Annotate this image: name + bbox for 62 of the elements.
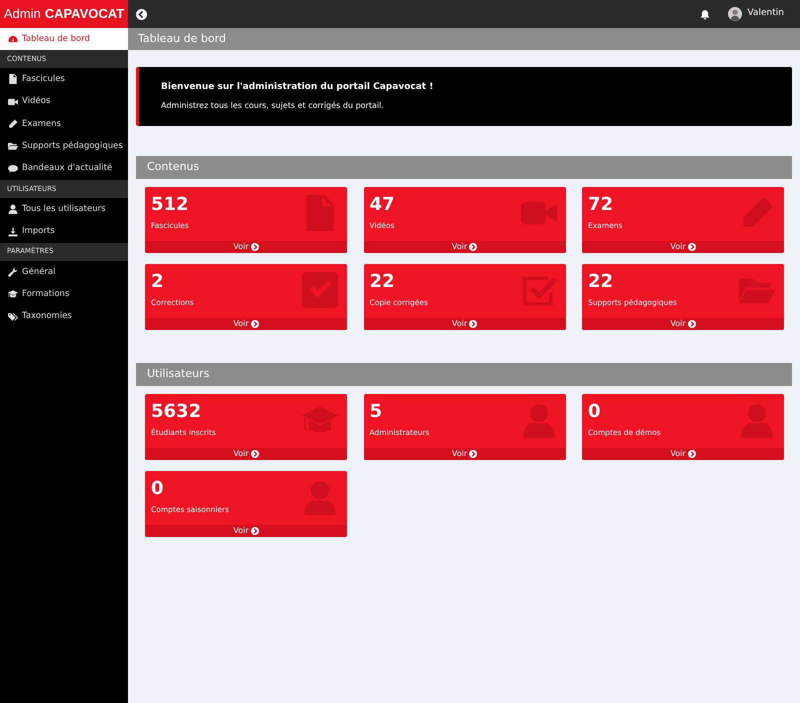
arrow-circle-icon	[250, 450, 259, 458]
welcome-title: Bienvenue sur l'administration du portail Capavocat !	[161, 81, 434, 94]
wrench-icon	[8, 266, 18, 277]
graduation-cap-icon	[8, 289, 18, 300]
sidebar-item[interactable]: Imports	[0, 220, 128, 243]
sidebar-item[interactable]: Examens	[0, 112, 128, 136]
view-link[interactable]: Voir	[364, 318, 566, 330]
arrow-circle-icon	[688, 243, 696, 251]
view-link[interactable]: Voir	[145, 241, 347, 253]
sidebar-item[interactable]: Général	[0, 260, 128, 284]
arrow-circle-icon	[469, 243, 478, 251]
back-icon[interactable]	[136, 8, 147, 20]
arrow-circle-icon	[469, 320, 478, 328]
document-icon	[8, 74, 18, 84]
folder-icon	[8, 141, 18, 152]
arrow-circle-icon	[688, 320, 696, 328]
sidebar-item[interactable]: Supports pédagogiques	[0, 135, 128, 158]
view-link[interactable]: Voir	[145, 525, 347, 537]
section-header: Utilisateurs	[136, 363, 792, 386]
sidebar-item[interactable]: Tableau de bord	[0, 28, 128, 50]
stat-value: 47	[370, 194, 395, 216]
welcome-text: Administrez tous les cours, sujets et corrigés du portail.	[161, 100, 385, 112]
stat-value: 5632	[151, 401, 202, 423]
brand-logo: Admin CAPAVOCAT	[0, 0, 128, 28]
video-camera-icon	[8, 96, 18, 107]
section-header: Contenus	[136, 156, 792, 179]
sidebar-item[interactable]: Formations	[0, 283, 128, 306]
stat-value: 2	[151, 271, 164, 293]
arrow-circle-icon	[250, 243, 259, 251]
page-title: Tableau de bord	[128, 28, 800, 50]
view-link[interactable]: Voir	[582, 241, 784, 253]
arrow-circle-icon	[688, 450, 696, 458]
avatar[interactable]	[728, 7, 742, 21]
view-link[interactable]: Voir	[364, 448, 566, 460]
view-link[interactable]: Voir	[582, 448, 784, 460]
arrow-circle-icon	[469, 450, 478, 458]
user-icon	[8, 204, 18, 214]
arrow-circle-icon	[250, 527, 259, 535]
view-link[interactable]: Voir	[145, 318, 347, 330]
stat-value: 22	[588, 271, 614, 293]
sidebar-item[interactable]: Tous les utilisateurs	[0, 198, 128, 220]
stat-value: 72	[588, 194, 614, 216]
stat-value: 512	[151, 194, 189, 216]
speech-bubble-icon	[8, 164, 18, 174]
sidebar-item[interactable]: Vidéos	[0, 90, 128, 113]
sidebar-item[interactable]: Fascicules	[0, 68, 128, 90]
pencil-icon	[8, 118, 18, 129]
stat-value: 0	[588, 401, 601, 423]
arrow-circle-icon	[250, 320, 259, 328]
sidebar-item[interactable]: Bandeaux d'actualité	[0, 158, 128, 180]
download-icon	[8, 226, 18, 237]
stat-value: 5	[370, 401, 382, 423]
view-link[interactable]: Voir	[582, 318, 784, 330]
view-link[interactable]: Voir	[145, 448, 347, 460]
view-link[interactable]: Voir	[364, 241, 566, 253]
notification-bell-icon[interactable]	[700, 8, 710, 20]
user-name[interactable]: Valentin	[748, 7, 784, 21]
tags-icon	[8, 312, 18, 322]
dashboard-icon	[8, 34, 18, 44]
sidebar-item[interactable]: Taxonomies	[0, 306, 128, 328]
stat-value: 22	[370, 271, 395, 293]
stat-value: 0	[151, 478, 164, 500]
